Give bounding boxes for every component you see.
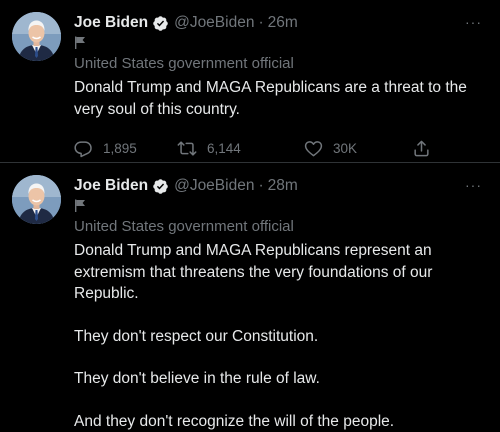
share-icon — [412, 139, 431, 158]
avatar[interactable] — [12, 12, 61, 61]
tweet-paragraph: They don't respect our Constitution. — [74, 326, 486, 348]
author-name[interactable]: Joe Biden — [74, 177, 148, 195]
tweet-paragraph: Donald Trump and MAGA Republicans repres… — [74, 240, 486, 305]
tweet-paragraph: Donald Trump and MAGA Republicans are a … — [74, 77, 486, 120]
tweet-header: Joe Biden @JoeBiden · 28m — [74, 175, 486, 197]
government-flag-icon — [74, 36, 86, 54]
reply-count: 1,895 — [103, 141, 137, 156]
tweet-paragraph: They don't believe in the rule of law. — [74, 368, 486, 390]
retweet-button[interactable]: 6,144 — [177, 139, 304, 158]
tweet-actions: 1,895 6,144 30K — [74, 138, 486, 158]
reply-icon — [74, 139, 93, 158]
tweet-text: Donald Trump and MAGA Republicans are a … — [74, 77, 486, 120]
account-label[interactable]: United States government official — [74, 54, 486, 74]
avatar[interactable] — [12, 175, 61, 224]
government-flag-icon — [74, 199, 86, 217]
tweet-text: Donald Trump and MAGA Republicans repres… — [74, 240, 486, 432]
verified-badge-icon — [152, 15, 169, 32]
separator-dot: · — [258, 14, 263, 32]
timestamp[interactable]: 28m — [268, 177, 298, 195]
share-button[interactable] — [412, 139, 441, 158]
timestamp[interactable]: 26m — [268, 14, 298, 32]
tweet[interactable]: Joe Biden @JoeBiden · 26m ··· United Sta… — [0, 0, 500, 163]
tweet[interactable]: Joe Biden @JoeBiden · 28m ··· United Sta… — [0, 163, 500, 430]
like-button[interactable]: 30K — [304, 139, 412, 158]
more-options-icon[interactable]: ··· — [465, 14, 482, 30]
label-flag-row — [74, 199, 486, 217]
more-options-icon[interactable]: ··· — [465, 177, 482, 193]
verified-badge-icon — [152, 178, 169, 195]
reply-button[interactable]: 1,895 — [74, 139, 177, 158]
separator-dot: · — [258, 177, 263, 195]
tweet-paragraph: And they don't recognize the will of the… — [74, 411, 486, 432]
author-handle[interactable]: @JoeBiden — [174, 177, 254, 195]
author-name[interactable]: Joe Biden — [74, 14, 148, 32]
retweet-icon — [177, 139, 197, 158]
like-icon — [304, 139, 323, 158]
author-handle[interactable]: @JoeBiden — [174, 14, 254, 32]
like-count: 30K — [333, 141, 357, 156]
account-label[interactable]: United States government official — [74, 217, 486, 237]
tweet-header: Joe Biden @JoeBiden · 26m — [74, 12, 486, 34]
label-flag-row — [74, 36, 486, 54]
retweet-count: 6,144 — [207, 141, 241, 156]
